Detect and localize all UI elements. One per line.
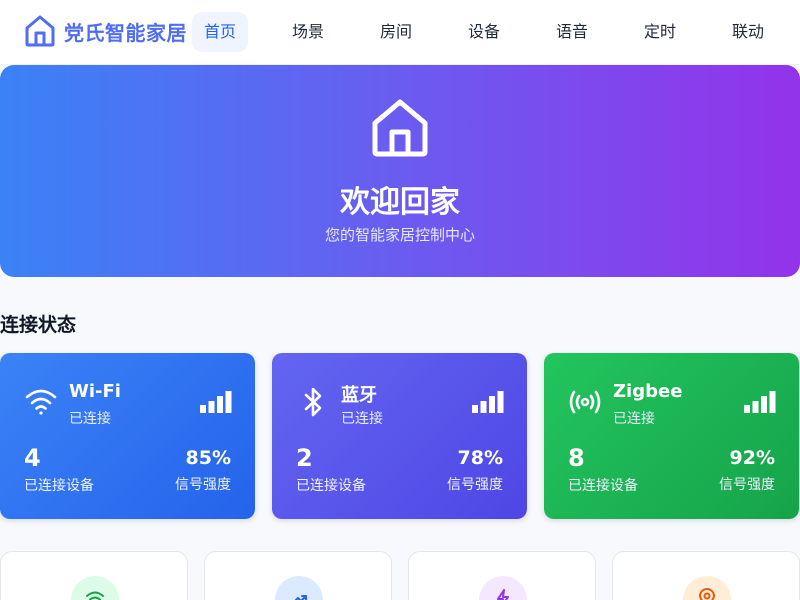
bluetooth-icon	[304, 387, 322, 417]
section-title-connection: 连接状态	[0, 314, 77, 336]
nav-scenes[interactable]: 场景	[280, 12, 336, 52]
trend-arrow-icon	[294, 595, 307, 600]
signal-strength-value: 85%	[185, 447, 231, 469]
signal-bars-icon	[744, 391, 776, 413]
nav-timer[interactable]: 定时	[632, 12, 688, 52]
nav-home[interactable]: 首页	[192, 12, 248, 52]
connected-device-label: 已连接设备	[24, 478, 94, 494]
feature-icon-circle	[683, 576, 731, 600]
brand-logo[interactable]: 党氏智能家居	[24, 14, 187, 48]
feature-icon-circle	[275, 576, 323, 600]
feature-icon-circle	[71, 576, 119, 600]
signal-strength-value: 78%	[457, 447, 503, 469]
connected-device-label: 已连接设备	[296, 478, 366, 494]
connected-device-count: 2	[296, 444, 313, 472]
card-name: Wi-Fi	[69, 381, 121, 402]
card-status: 已连接	[341, 411, 383, 427]
card-status: 已连接	[613, 411, 655, 427]
home-icon	[372, 99, 428, 157]
bluetooth-status-card[interactable]: 蓝牙 已连接 2 已连接设备 78% 信号强度	[272, 353, 527, 519]
feature-tile-energy[interactable]	[408, 551, 596, 600]
zigbee-status-card[interactable]: Zigbee 已连接 8 已连接设备 92% 信号强度	[544, 353, 799, 519]
feature-tile-location[interactable]	[612, 551, 800, 600]
card-name: Zigbee	[613, 381, 683, 402]
feature-tile-network[interactable]	[0, 551, 188, 600]
welcome-subtitle: 您的智能家居控制中心	[324, 226, 475, 244]
card-name: 蓝牙	[341, 385, 377, 406]
feature-icon-circle	[479, 576, 527, 600]
feature-tile-stats[interactable]	[204, 551, 392, 600]
home-icon	[25, 15, 55, 47]
nav-voice[interactable]: 语音	[544, 12, 600, 52]
connected-device-count: 4	[24, 444, 41, 472]
wifi-status-card[interactable]: Wi-Fi 已连接 4 已连接设备 85% 信号强度	[0, 353, 255, 519]
welcome-banner: 欢迎回家 您的智能家居控制中心	[0, 65, 800, 277]
wifi-icon	[25, 389, 57, 415]
signal-strength-label: 信号强度	[719, 477, 775, 493]
location-pin-icon	[698, 588, 716, 600]
nav-linkage[interactable]: 联动	[720, 12, 776, 52]
nav-devices[interactable]: 设备	[456, 12, 512, 52]
signal-bars-icon	[200, 391, 232, 413]
zigbee-signal-icon	[569, 390, 601, 414]
welcome-title: 欢迎回家	[340, 185, 460, 220]
wifi-icon	[86, 591, 104, 600]
brand-name: 党氏智能家居	[64, 20, 187, 45]
signal-strength-label: 信号强度	[175, 477, 231, 493]
signal-strength-label: 信号强度	[447, 477, 503, 493]
connected-device-label: 已连接设备	[568, 478, 638, 494]
signal-bars-icon	[472, 391, 504, 413]
signal-strength-value: 92%	[729, 447, 775, 469]
connected-device-count: 8	[568, 444, 585, 472]
nav-rooms[interactable]: 房间	[368, 12, 424, 52]
card-status: 已连接	[69, 411, 111, 427]
top-navbar: 党氏智能家居 首页 场景 房间 设备 语音 定时 联动	[0, 0, 800, 65]
lightning-icon	[497, 589, 509, 600]
